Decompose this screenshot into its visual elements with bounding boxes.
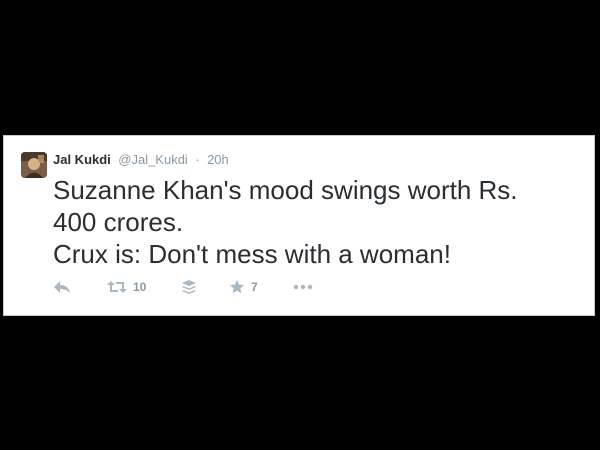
avatar-image <box>21 152 47 178</box>
tweet-timestamp[interactable]: 20h <box>207 152 229 167</box>
reply-button[interactable] <box>53 277 71 297</box>
tweet-text-line: Crux is: Don't mess with a woman! <box>53 239 451 269</box>
buffer-button[interactable] <box>181 277 197 297</box>
user-handle[interactable]: @Jal_Kukdi <box>118 152 188 167</box>
tweet-text-line: Suzanne Khan's mood swings worth Rs. <box>53 175 518 205</box>
buffer-layers-icon <box>182 280 196 294</box>
tweet-header: Jal Kukdi @Jal_Kukdi · 20h <box>53 151 229 169</box>
favorite-button[interactable]: 7 <box>229 277 258 297</box>
retweet-count: 10 <box>133 280 147 294</box>
tweet-text: Suzanne Khan's mood swings worth Rs. 400… <box>53 174 583 270</box>
display-name[interactable]: Jal Kukdi <box>53 152 111 167</box>
reply-icon <box>54 281 70 293</box>
more-dots-icon <box>293 284 313 290</box>
favorite-count: 7 <box>251 280 258 294</box>
retweet-button[interactable]: 10 <box>107 277 146 297</box>
header-separator: · <box>195 152 200 167</box>
avatar[interactable] <box>21 152 47 178</box>
retweet-icon <box>107 281 127 293</box>
more-button[interactable] <box>293 277 313 297</box>
star-icon <box>230 280 244 294</box>
tweet-card: Jal Kukdi @Jal_Kukdi · 20h Suzanne Khan'… <box>3 135 595 316</box>
tweet-text-line: 400 crores. <box>53 207 184 237</box>
